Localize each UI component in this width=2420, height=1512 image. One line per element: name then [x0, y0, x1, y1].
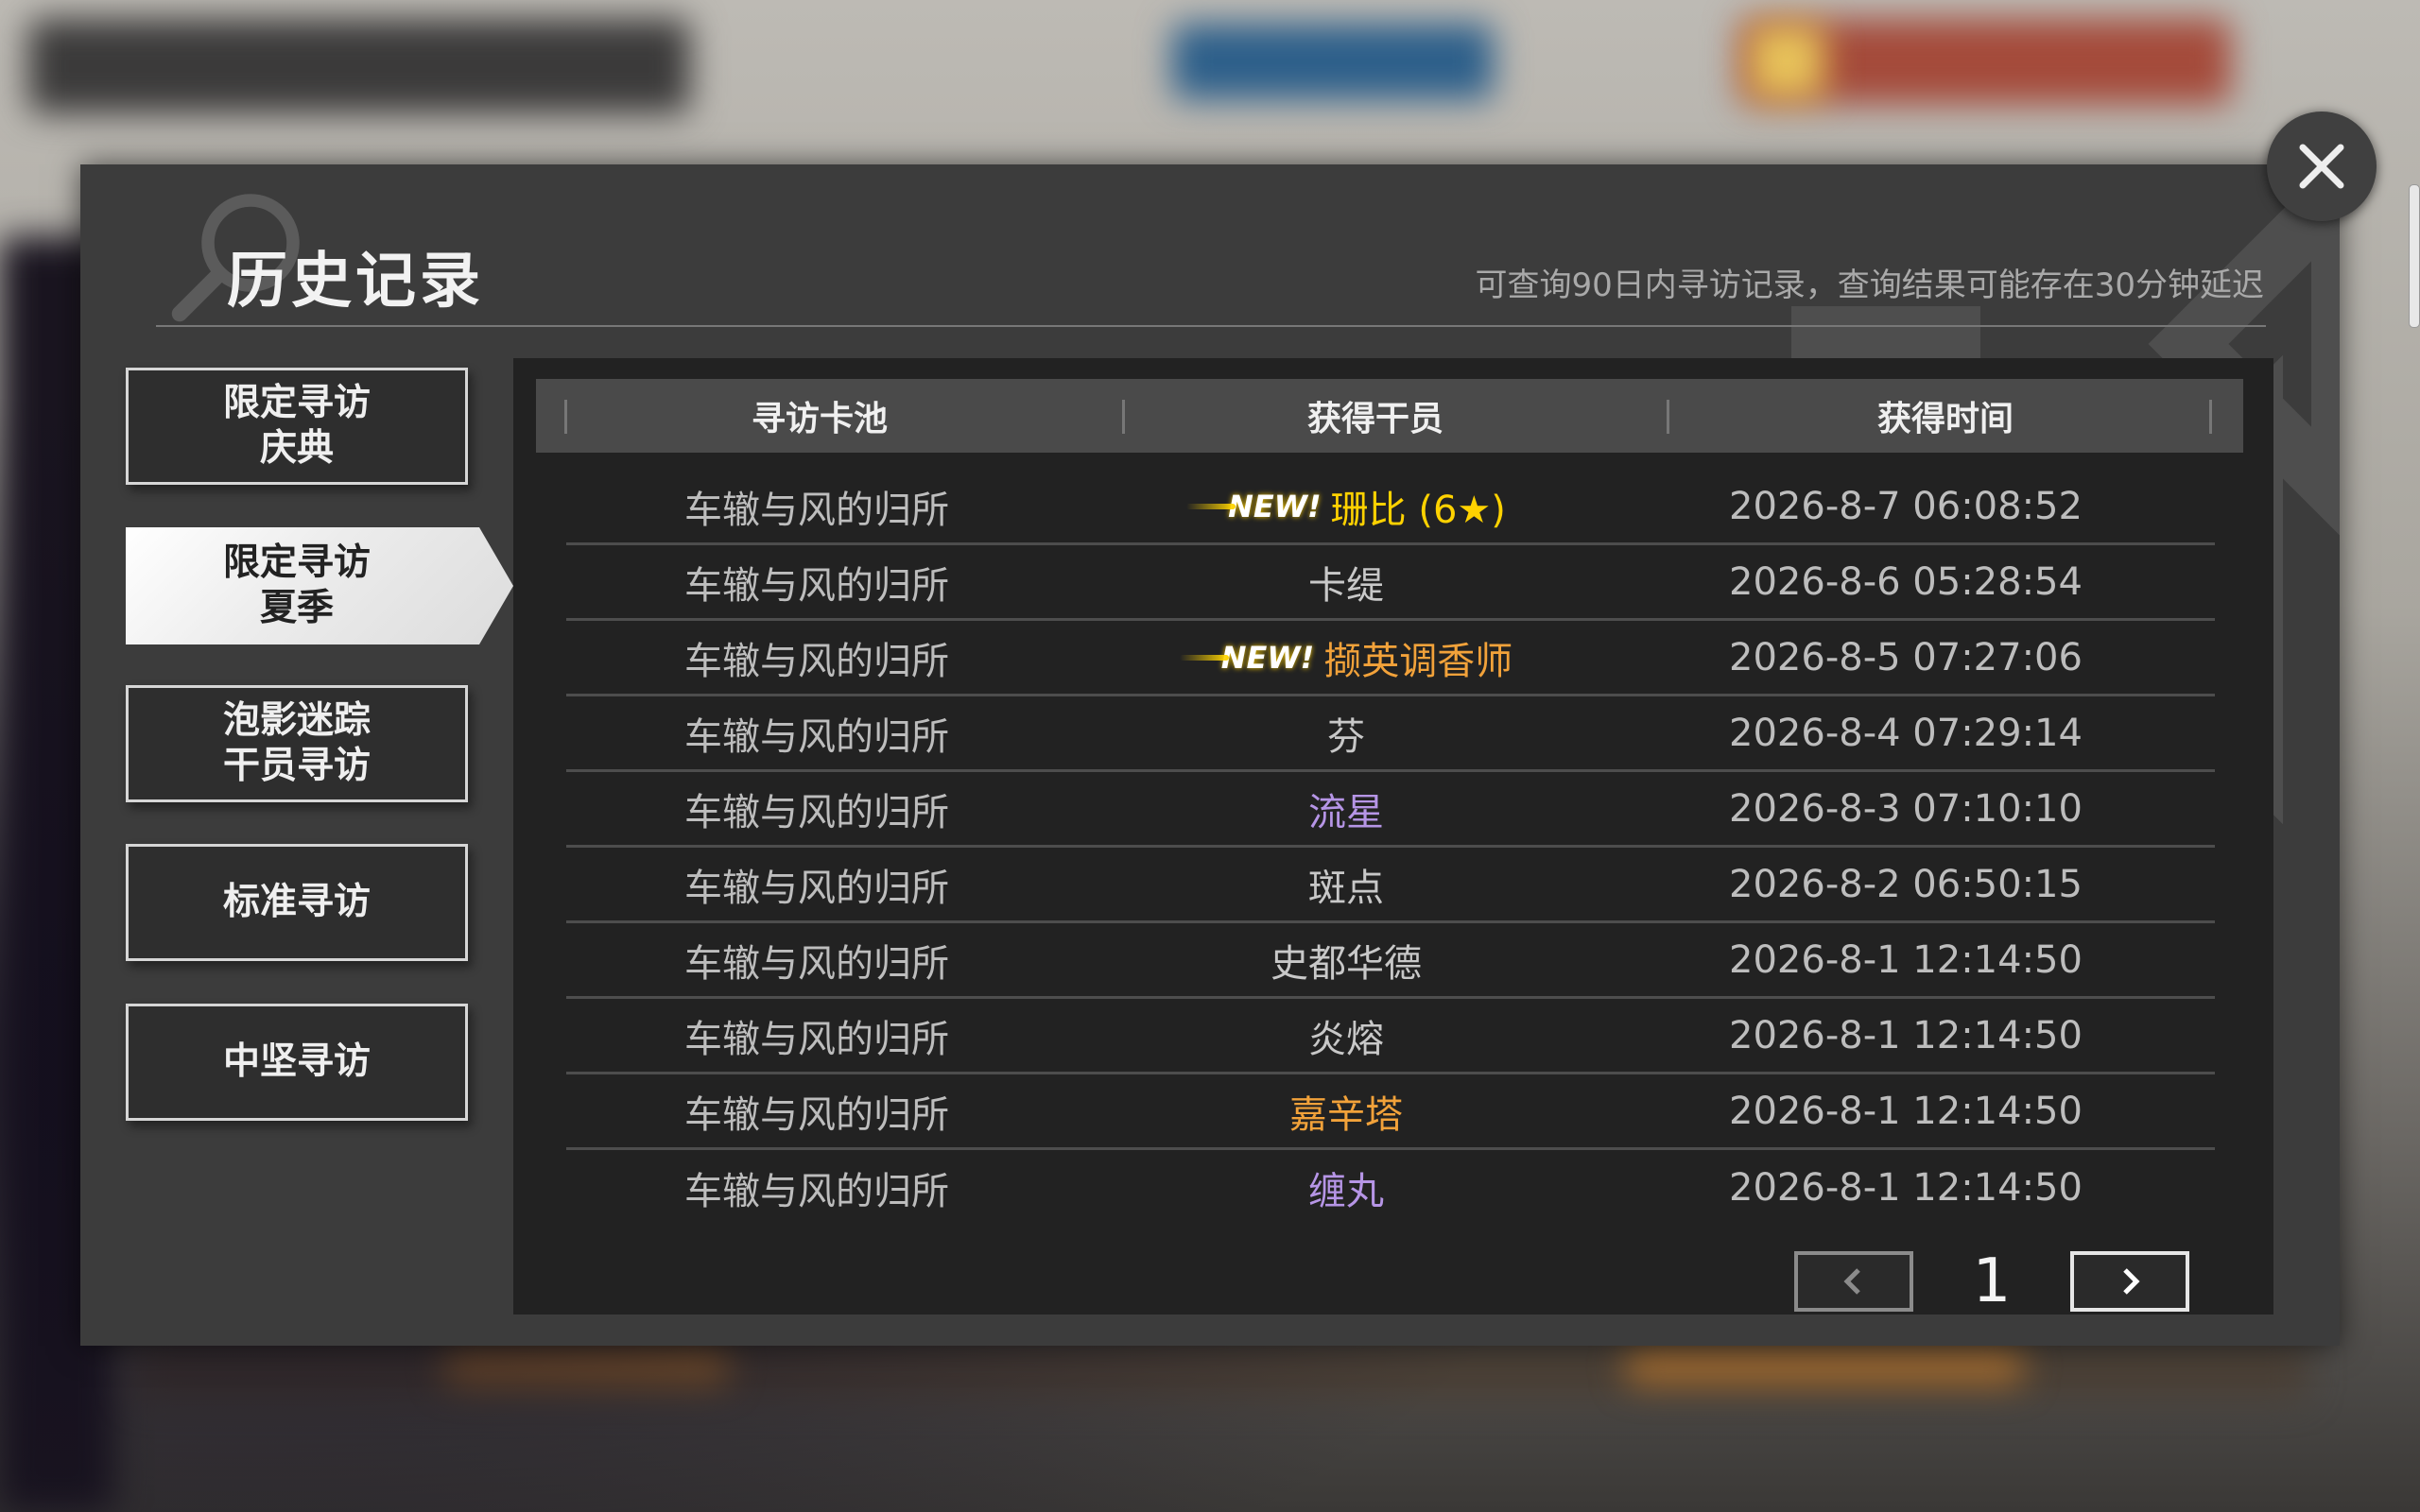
operator-name: 卡缇	[1308, 563, 1384, 608]
operator-cell: NEW! 珊比 (6★)	[1067, 479, 1625, 534]
pool-name: 车辙与风的归所	[684, 866, 949, 910]
pagination: 1	[1794, 1246, 2189, 1316]
tab-limited-summer[interactable]: 限定寻访 夏季	[126, 527, 513, 644]
next-page-button[interactable]	[2070, 1251, 2189, 1312]
operator-name: 撷英调香师	[1323, 639, 1513, 683]
tab-label: 泡影迷踪 干员寻访	[222, 699, 371, 787]
table-row: 车辙与风的归所 斑点 2026-8-2 06:50:15	[566, 848, 2215, 923]
tab-label: 标准寻访	[222, 881, 371, 923]
operator-cell: 芬	[1067, 706, 1625, 761]
table-row: 车辙与风的归所 NEW! 珊比 (6★) 2026-8-7 06:08:52	[566, 470, 2215, 545]
tab-label: 中坚寻访	[222, 1040, 371, 1083]
operator-name: 嘉辛塔	[1289, 1092, 1403, 1137]
obtain-time: 2026-8-1 12:14:50	[1729, 1013, 2083, 1057]
close-icon	[2299, 144, 2344, 189]
operator-cell: 流星	[1067, 782, 1625, 836]
obtain-time: 2026-8-4 07:29:14	[1729, 711, 2083, 755]
table-row: 车辙与风的归所 卡缇 2026-8-6 05:28:54	[566, 545, 2215, 621]
obtain-time: 2026-8-3 07:10:10	[1729, 786, 2083, 831]
header-operator: 获得干员	[1306, 400, 1443, 438]
obtain-time: 2026-8-1 12:14:50	[1729, 1089, 2083, 1133]
table-row: 车辙与风的归所 NEW! 撷英调香师 2026-8-5 07:27:06	[566, 621, 2215, 696]
operator-name: 缠丸	[1308, 1170, 1384, 1213]
header-time: 获得时间	[1876, 400, 2014, 438]
pool-name: 车辙与风的归所	[684, 639, 949, 683]
pool-name: 车辙与风的归所	[684, 714, 949, 759]
chevron-left-icon	[1843, 1268, 1860, 1295]
header-separator	[1122, 400, 1125, 434]
table-row: 车辙与风的归所 嘉辛塔 2026-8-1 12:14:50	[566, 1074, 2215, 1150]
scrollbar[interactable]	[2409, 184, 2420, 328]
obtain-time: 2026-8-1 12:14:50	[1729, 1166, 2083, 1210]
operator-name: 炎熔	[1308, 1017, 1384, 1061]
pool-name: 车辙与风的归所	[684, 1092, 949, 1137]
operator-name: 流星	[1308, 790, 1384, 834]
header-separator	[564, 400, 567, 434]
operator-cell: NEW! 撷英调香师	[1067, 630, 1625, 685]
operator-cell: 卡缇	[1067, 555, 1625, 610]
operator-cell: 炎熔	[1067, 1008, 1625, 1063]
query-notice: 可查询90日内寻访记录，查询结果可能存在30分钟延迟	[1475, 266, 2264, 304]
operator-name: 斑点	[1308, 866, 1384, 910]
table-row: 车辙与风的归所 芬 2026-8-4 07:29:14	[566, 696, 2215, 772]
tab-standard[interactable]: 标准寻访	[126, 844, 468, 961]
tab-core[interactable]: 中坚寻访	[126, 1004, 468, 1121]
close-button[interactable]	[2267, 112, 2377, 221]
obtain-time: 2026-8-6 05:28:54	[1729, 559, 2083, 604]
prev-page-button[interactable]	[1794, 1251, 1913, 1312]
pool-name: 车辙与风的归所	[684, 790, 949, 834]
obtain-time: 2026-8-7 06:08:52	[1729, 484, 2083, 528]
tab-phantom-operator[interactable]: 泡影迷踪 干员寻访	[126, 685, 468, 802]
operator-name: 史都华德	[1270, 941, 1422, 986]
records-table: 寻访卡池 获得干员 获得时间 车辙与风的归所 NEW! 珊比 (6★) 2026-8-…	[513, 358, 2273, 1316]
operator-cell: 斑点	[1067, 857, 1625, 912]
operator-cell: 嘉辛塔	[1067, 1084, 1625, 1139]
header-pool: 寻访卡池	[751, 400, 888, 438]
operator-name: 珊比 (6★)	[1330, 488, 1506, 532]
operator-cell: 缠丸	[1067, 1160, 1625, 1215]
pool-name: 车辙与风的归所	[684, 488, 949, 532]
tab-label: 限定寻访 夏季	[222, 541, 371, 629]
pool-name: 车辙与风的归所	[684, 1017, 949, 1061]
table-row: 车辙与风的归所 炎熔 2026-8-1 12:14:50	[566, 999, 2215, 1074]
obtain-time: 2026-8-2 06:50:15	[1729, 862, 2083, 906]
tab-label: 限定寻访 庆典	[222, 382, 371, 470]
tab-limited-celebration[interactable]: 限定寻访 庆典	[126, 368, 468, 485]
table-row: 车辙与风的归所 流星 2026-8-3 07:10:10	[566, 772, 2215, 848]
obtain-time: 2026-8-1 12:14:50	[1729, 937, 2083, 982]
chevron-right-icon	[2123, 1268, 2140, 1295]
table-row: 车辙与风的归所 史都华德 2026-8-1 12:14:50	[566, 923, 2215, 999]
history-panel: 历史记录 可查询90日内寻访记录，查询结果可能存在30分钟延迟 限定寻访 庆典 …	[80, 164, 2340, 1346]
operator-cell: 史都华德	[1067, 933, 1625, 988]
new-badge: NEW!	[1179, 640, 1314, 676]
pool-name: 车辙与风的归所	[684, 563, 949, 608]
table-row: 车辙与风的归所 缠丸 2026-8-1 12:14:50	[566, 1150, 2215, 1226]
page-number: 1	[1972, 1246, 2012, 1316]
table-header: 寻访卡池 获得干员 获得时间	[536, 379, 2243, 453]
header-separator	[1667, 400, 1669, 434]
new-badge: NEW!	[1186, 489, 1322, 524]
pool-name: 车辙与风的归所	[684, 941, 949, 986]
pool-name: 车辙与风的归所	[684, 1170, 949, 1213]
title-divider	[156, 325, 2266, 327]
obtain-time: 2026-8-5 07:27:06	[1729, 635, 2083, 679]
records-list: 车辙与风的归所 NEW! 珊比 (6★) 2026-8-7 06:08:52 车辙与风的…	[566, 470, 2215, 1226]
panel-title: 历史记录	[227, 247, 484, 317]
header-separator	[2209, 400, 2212, 434]
operator-name: 芬	[1327, 714, 1365, 759]
